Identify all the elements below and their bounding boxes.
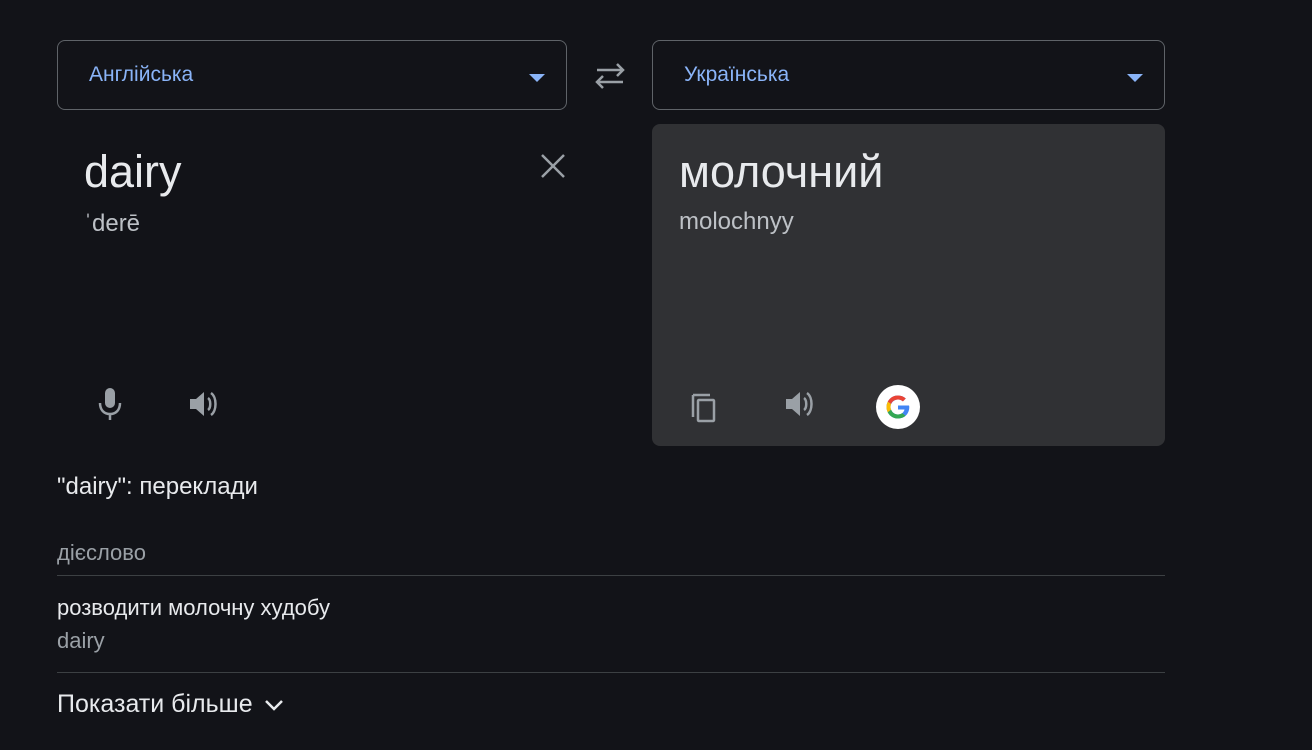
- swap-arrows-icon: [595, 63, 625, 89]
- translation-text: молочний: [679, 146, 884, 197]
- entry-translation: розводити молочну худобу: [57, 595, 331, 620]
- divider: [57, 672, 1165, 673]
- listen-translation-button[interactable]: [780, 384, 820, 424]
- target-language-label: Українська: [684, 63, 790, 86]
- source-language-select[interactable]: Англійська: [57, 40, 567, 110]
- target-language-select[interactable]: Українська: [652, 40, 1165, 110]
- chevron-down-icon: [265, 699, 283, 711]
- part-of-speech-label: дієслово: [57, 540, 146, 565]
- source-text[interactable]: dairy: [84, 146, 182, 198]
- source-language-label: Англійська: [89, 63, 194, 86]
- entry-reverse-translation: dairy: [57, 628, 105, 653]
- source-phonetic: ˈderē: [84, 210, 141, 237]
- copy-icon: [691, 393, 716, 423]
- speaker-icon: [786, 391, 813, 417]
- microphone-icon: [98, 388, 122, 420]
- speaker-icon: [190, 391, 217, 417]
- voice-input-button[interactable]: [90, 384, 130, 424]
- copy-translation-button[interactable]: [684, 387, 724, 427]
- swap-languages-button[interactable]: [590, 58, 630, 94]
- close-icon: [541, 154, 565, 178]
- divider: [57, 575, 1165, 576]
- source-language-dropdown-icon: [529, 74, 545, 82]
- source-text-panel[interactable]: dairy ˈderē: [57, 124, 570, 446]
- translation-transliteration: molochnyy: [679, 208, 794, 235]
- listen-source-button[interactable]: [184, 384, 224, 424]
- target-language-dropdown-icon: [1127, 74, 1143, 82]
- show-more-button[interactable]: Показати більше: [57, 690, 285, 722]
- translation-panel: молочний molochnyy: [652, 124, 1165, 446]
- translate-widget: Англійська Українська dairy ˈderē молочн…: [0, 0, 1312, 750]
- google-g-icon: [886, 395, 910, 419]
- show-more-label: Показати більше: [57, 690, 253, 718]
- dictionary-title: "dairy": переклади: [57, 473, 258, 500]
- open-in-google-translate-button[interactable]: [876, 385, 920, 429]
- clear-source-button[interactable]: [537, 150, 569, 182]
